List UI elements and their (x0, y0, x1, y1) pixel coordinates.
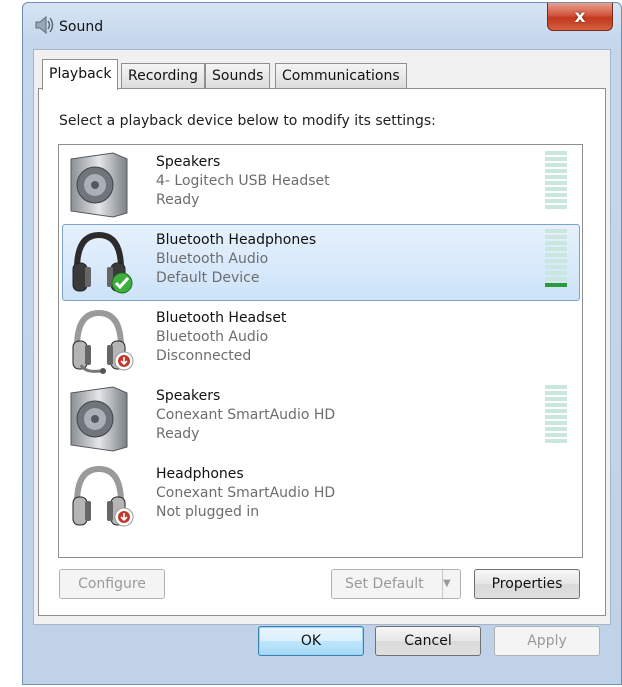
device-description: Conexant SmartAudio HD (156, 485, 336, 501)
meter-segment (545, 235, 567, 239)
speaker-icon (67, 151, 131, 219)
tab-communications[interactable]: Communications (275, 63, 407, 89)
window-title: Sound (59, 19, 104, 35)
sound-dialog: Sound x Playback Recording Sounds Commun… (22, 2, 622, 685)
configure-button[interactable]: Configure (59, 569, 165, 599)
meter-segment (545, 247, 567, 251)
device-row[interactable]: Headphones Conexant SmartAudio HD Not plug… (62, 458, 580, 535)
meter-segment (545, 439, 567, 443)
close-button[interactable]: x (547, 3, 613, 31)
set-default-label: Set Default (345, 576, 424, 592)
device-status: Ready (156, 192, 200, 208)
device-description: Bluetooth Audio (156, 329, 269, 345)
meter-segment (545, 205, 567, 209)
device-name: Bluetooth Headset (156, 310, 287, 326)
device-row[interactable]: Bluetooth Headphones Bluetooth Audio Defau… (62, 224, 580, 301)
device-status: Default Device (156, 270, 260, 286)
close-icon: x (574, 6, 586, 27)
properties-button[interactable]: Properties (474, 569, 580, 599)
meter-segment (545, 409, 567, 413)
device-row[interactable]: Bluetooth Headset Bluetooth Audio Disconne… (62, 302, 580, 379)
unplugged-icon (113, 506, 135, 532)
meter-segment (545, 163, 567, 167)
volume-level-meter (545, 385, 567, 447)
meter-segment (545, 271, 567, 275)
device-name: Speakers (156, 388, 221, 404)
ok-button[interactable]: OK (258, 626, 364, 656)
device-description: Conexant SmartAudio HD (156, 407, 336, 423)
tab-recording[interactable]: Recording (121, 63, 206, 89)
meter-segment (545, 151, 567, 155)
meter-segment (545, 265, 567, 269)
tab-sounds[interactable]: Sounds (205, 63, 271, 89)
instruction-text: Select a playback device below to modify… (59, 113, 436, 129)
title-bar[interactable]: Sound x (23, 3, 621, 49)
meter-segment (545, 283, 567, 287)
meter-segment (545, 427, 567, 431)
device-row[interactable]: Speakers 4- Logitech USB Headset Ready (62, 146, 580, 223)
meter-segment (545, 397, 567, 401)
tab-playback[interactable]: Playback (42, 59, 119, 90)
cancel-button[interactable]: Cancel (375, 626, 481, 656)
volume-level-meter (545, 151, 567, 213)
meter-segment (545, 187, 567, 191)
device-description: Bluetooth Audio (156, 251, 269, 267)
meter-segment (545, 385, 567, 389)
disconnected-icon (113, 350, 135, 376)
meter-segment (545, 415, 567, 419)
set-default-button[interactable]: Set Default ▼ (331, 569, 461, 599)
device-row[interactable]: Speakers Conexant SmartAudio HD Ready (62, 380, 580, 457)
meter-segment (545, 391, 567, 395)
chevron-down-icon[interactable]: ▼ (442, 570, 460, 598)
apply-button[interactable]: Apply (494, 626, 600, 656)
device-name: Bluetooth Headphones (156, 232, 317, 248)
default-check-icon (111, 272, 133, 298)
playback-panel: Select a playback device below to modify… (38, 88, 606, 616)
meter-segment (545, 199, 567, 203)
meter-segment (545, 175, 567, 179)
meter-segment (545, 157, 567, 161)
device-status: Not plugged in (156, 504, 260, 520)
device-status: Ready (156, 426, 200, 442)
meter-segment (545, 193, 567, 197)
meter-segment (545, 403, 567, 407)
meter-segment (545, 259, 567, 263)
speaker-icon (67, 385, 131, 453)
meter-segment (545, 277, 567, 281)
meter-segment (545, 253, 567, 257)
meter-segment (545, 169, 567, 173)
device-status: Disconnected (156, 348, 252, 364)
meter-segment (545, 181, 567, 185)
meter-segment (545, 241, 567, 245)
meter-segment (545, 433, 567, 437)
playback-device-list[interactable]: Speakers 4- Logitech USB Headset Ready Blue… (58, 144, 583, 558)
device-name: Headphones (156, 466, 244, 482)
device-name: Speakers (156, 154, 221, 170)
meter-segment (545, 229, 567, 233)
volume-level-meter (545, 229, 567, 291)
meter-segment (545, 421, 567, 425)
dialog-client-area: Playback Recording Sounds Communications… (33, 49, 611, 625)
device-description: 4- Logitech USB Headset (156, 173, 330, 189)
sound-speaker-icon (35, 15, 54, 35)
